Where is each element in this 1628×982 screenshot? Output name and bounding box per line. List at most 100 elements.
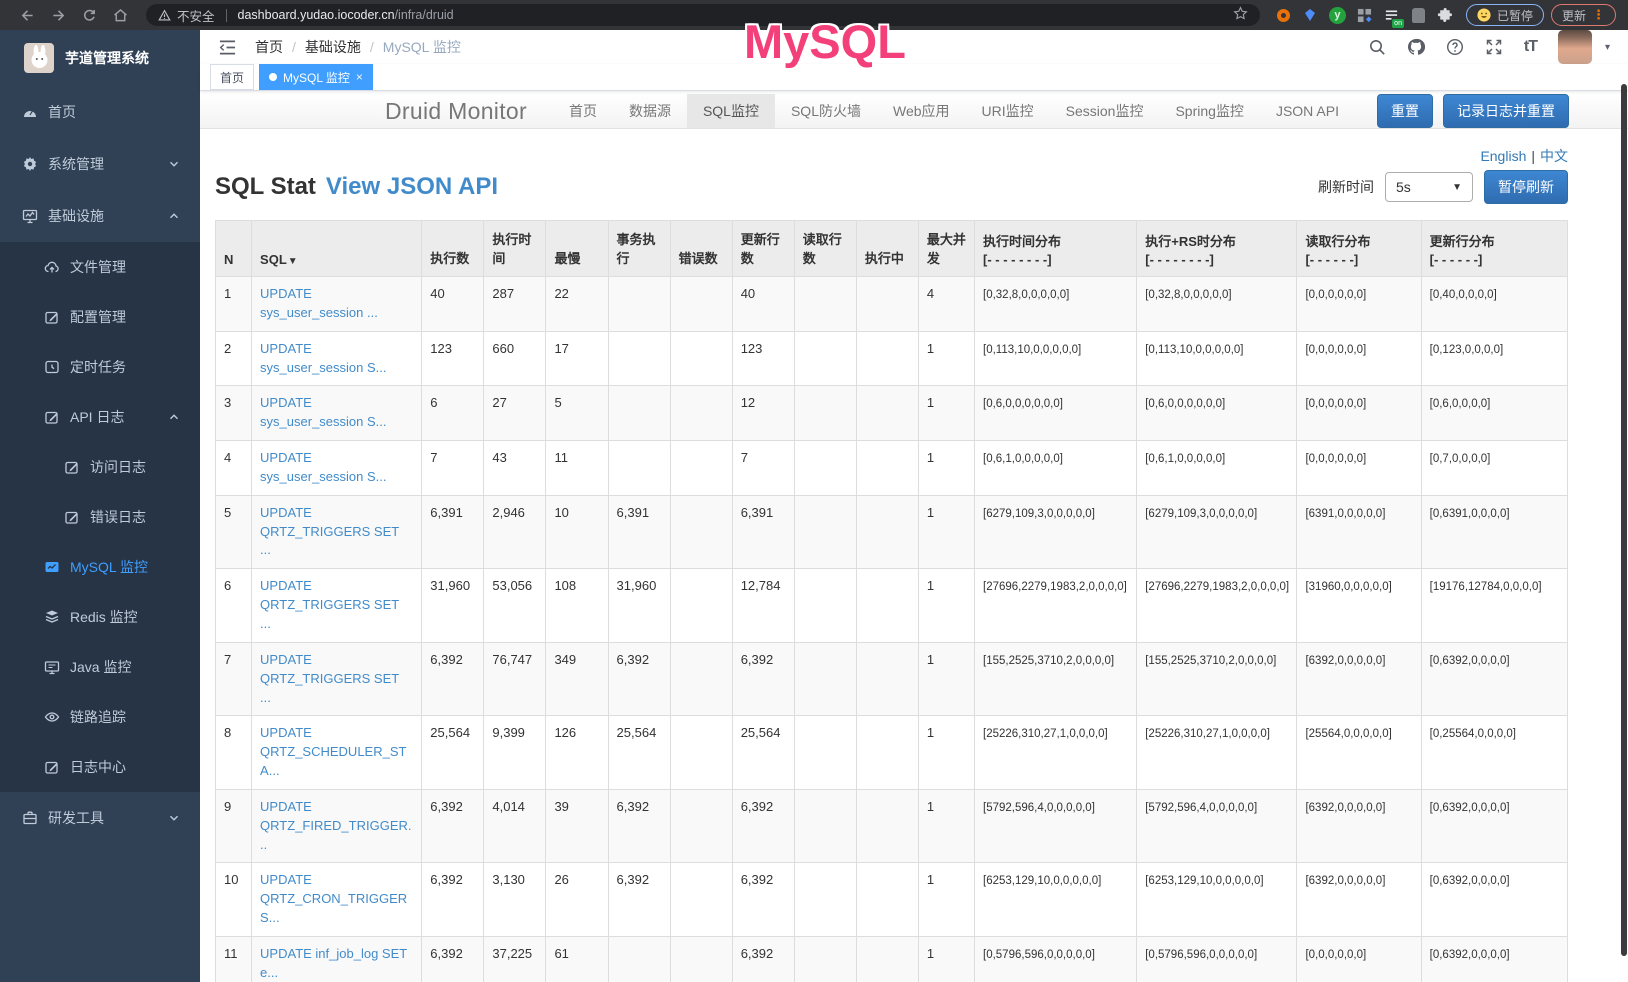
breadcrumb-item[interactable]: 基础设施 [305,37,361,57]
bookmark-star-icon[interactable] [1233,6,1248,24]
sidebar-item-system-mgmt[interactable]: 系统管理 [0,138,200,190]
update-chip[interactable]: 更新 ⋮ [1551,4,1616,26]
edit-icon [44,759,60,775]
tag-MySQL 监控[interactable]: MySQL 监控× [259,64,373,90]
lang-english-link[interactable]: English [1480,148,1526,164]
sidebar-item-access-log[interactable]: 访问日志 [0,442,200,492]
sidebar-item-home[interactable]: 首页 [0,86,200,138]
sidebar-item-dev-tools[interactable]: 研发工具 [0,792,200,844]
sidebar-item-redis-monitor[interactable]: Redis 监控 [0,592,200,642]
sidebar-item-api-log[interactable]: API 日志 [0,392,200,442]
tag-首页[interactable]: 首页 [210,64,254,90]
close-icon[interactable]: × [356,71,363,83]
security-warning[interactable]: 不安全 [158,6,215,25]
fullscreen-icon[interactable] [1485,38,1503,56]
breadcrumb-item[interactable]: 首页 [255,37,283,57]
column-header[interactable]: 读取行分布[- - - - - -] [1297,221,1421,277]
table-cell: UPDATE QRTZ_TRIGGERS SET ... [252,495,422,569]
druid-tab-JSON API[interactable]: JSON API [1260,94,1355,128]
column-header[interactable]: 更新行分布[- - - - - -] [1421,221,1567,277]
table-cell [856,569,918,643]
table-cell: 1 [918,386,974,441]
sql-link[interactable]: UPDATE sys_user_session S... [260,450,386,484]
sql-link[interactable]: UPDATE sys_user_session S... [260,341,386,375]
sidebar-item-log-center[interactable]: 日志中心 [0,742,200,792]
column-header[interactable]: 事务执行 [608,221,670,277]
lang-chinese-link[interactable]: 中文 [1540,148,1568,164]
druid-tab-Spring监控[interactable]: Spring监控 [1159,94,1259,128]
table-cell: [27696,2279,1983,2,0,0,0,0] [1137,569,1297,643]
extension-donut-icon[interactable] [1270,2,1297,28]
help-icon[interactable] [1446,38,1464,56]
extension-tool-icon[interactable] [1405,2,1432,28]
paused-chip[interactable]: 已暂停 [1466,4,1544,26]
sidebar-logo[interactable]: 芋道管理系统 [0,30,200,86]
sidebar-item-trace[interactable]: 链路追踪 [0,692,200,742]
table-cell: 6,392 [608,863,670,937]
home-icon[interactable] [105,2,136,28]
column-header[interactable]: 执行时间 [484,221,546,277]
extension-blocks-icon[interactable] [1351,2,1378,28]
search-icon[interactable] [1368,38,1386,56]
font-size-icon[interactable]: tT [1524,38,1537,56]
column-header[interactable]: 执行中 [856,221,918,277]
table-cell: [6253,129,10,0,0,0,0,0] [975,863,1137,937]
sql-link[interactable]: UPDATE QRTZ_TRIGGERS SET ... [260,505,399,558]
kebab-menu-icon[interactable]: ⋮ [1592,7,1605,23]
vertical-scrollbar[interactable] [1621,84,1627,956]
back-icon[interactable] [12,2,43,28]
view-json-api-link[interactable]: View JSON API [326,173,498,201]
extension-list-icon[interactable]: on [1378,2,1405,28]
druid-tab-数据源[interactable]: 数据源 [613,94,687,128]
table-cell: [0,25564,0,0,0,0] [1421,716,1567,790]
sql-link[interactable]: UPDATE QRTZ_FIRED_TRIGGER... [260,799,411,852]
sidebar-item-mysql-monitor[interactable]: MySQL 监控 [0,542,200,592]
column-header[interactable]: 读取行数 [794,221,856,277]
druid-tab-URI监控[interactable]: URI监控 [966,94,1050,128]
forward-icon[interactable] [43,2,74,28]
avatar[interactable] [1558,30,1592,64]
reset-button[interactable]: 重置 [1377,94,1433,128]
sidebar-item-infrastructure[interactable]: 基础设施 [0,190,200,242]
column-header[interactable]: 更新行数 [732,221,794,277]
sql-link[interactable]: UPDATE inf_job_log SET e... [260,946,407,980]
column-header[interactable]: 最大并发 [918,221,974,277]
sidebar-item-scheduled-jobs[interactable]: 定时任务 [0,342,200,392]
hamburger-icon[interactable] [218,39,237,56]
column-header[interactable]: N [216,221,252,277]
pause-refresh-button[interactable]: 暂停刷新 [1484,170,1568,204]
druid-tab-SQL监控[interactable]: SQL监控 [687,94,775,128]
sql-link[interactable]: UPDATE QRTZ_SCHEDULER_STA... [260,725,406,778]
druid-tab-首页[interactable]: 首页 [553,94,613,128]
column-header[interactable]: SQL▼ [252,221,422,277]
sql-link[interactable]: UPDATE QRTZ_TRIGGERS SET ... [260,652,399,705]
table-cell: 6,391 [422,495,484,569]
sidebar-item-config-mgmt[interactable]: 配置管理 [0,292,200,342]
sql-link[interactable]: UPDATE QRTZ_CRON_TRIGGERS... [260,872,407,925]
druid-tab-SQL防火墙[interactable]: SQL防火墙 [775,94,877,128]
sidebar-item-error-log[interactable]: 错误日志 [0,492,200,542]
sidebar-item-file-mgmt[interactable]: 文件管理 [0,242,200,292]
refresh-interval-select[interactable]: 5s ▼ [1385,172,1473,202]
sql-link[interactable]: UPDATE sys_user_session S... [260,395,386,429]
table-cell [608,331,670,386]
column-header[interactable]: 执行时间分布[- - - - - - - -] [975,221,1137,277]
druid-tab-Session监控[interactable]: Session监控 [1050,94,1160,128]
sidebar-item-java-monitor[interactable]: Java 监控 [0,642,200,692]
column-header[interactable]: 执行数 [422,221,484,277]
url-bar[interactable]: 不安全 dashboard.yudao.iocoder.cn/infra/dru… [146,4,1260,26]
reload-icon[interactable] [74,2,105,28]
column-header[interactable]: 错误数 [670,221,732,277]
column-header[interactable]: 执行+RS时分布[- - - - - - - -] [1137,221,1297,277]
extension-y-icon[interactable]: y [1324,2,1351,28]
extensions-puzzle-icon[interactable] [1432,2,1459,28]
chevron-down-icon[interactable]: ▾ [1605,42,1610,53]
log-and-reset-button[interactable]: 记录日志并重置 [1443,94,1569,128]
druid-tab-Web应用[interactable]: Web应用 [877,94,966,128]
column-header[interactable]: 最慢 [546,221,608,277]
sql-link[interactable]: UPDATE sys_user_session ... [260,286,378,320]
sql-link[interactable]: UPDATE QRTZ_TRIGGERS SET ... [260,578,399,631]
github-icon[interactable] [1407,38,1425,56]
extension-gem-icon[interactable] [1297,2,1324,28]
table-cell: 6,392 [732,789,794,863]
